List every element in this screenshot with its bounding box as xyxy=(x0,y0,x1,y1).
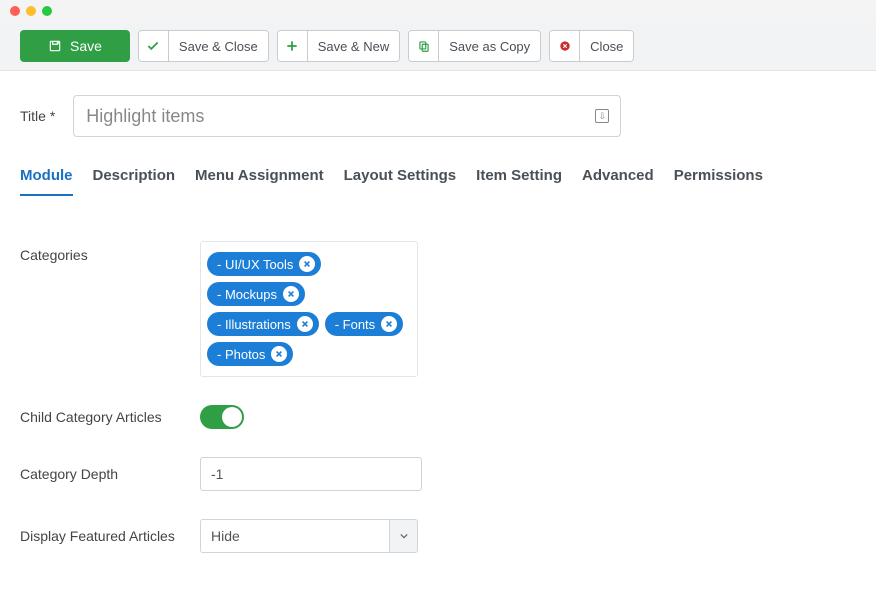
category-tag: - Mockups xyxy=(207,282,305,306)
category-tag: - UI/UX Tools xyxy=(207,252,321,276)
tab-bar: Module Description Menu Assignment Layout S… xyxy=(20,167,856,197)
plus-icon[interactable] xyxy=(278,31,308,61)
remove-tag-icon[interactable] xyxy=(299,256,315,272)
close-button[interactable]: Close xyxy=(580,31,633,61)
save-copy-button[interactable]: Save as Copy xyxy=(439,31,540,61)
save-button[interactable]: Save xyxy=(20,30,130,62)
category-tag-label: - Mockups xyxy=(217,287,277,302)
category-tag-label: - Fonts xyxy=(335,317,375,332)
chevron-down-icon[interactable] xyxy=(389,520,417,552)
remove-tag-icon[interactable] xyxy=(271,346,287,362)
remove-tag-icon[interactable] xyxy=(381,316,397,332)
category-depth-input[interactable] xyxy=(200,457,422,491)
child-articles-label: Child Category Articles xyxy=(20,409,200,425)
child-articles-row: Child Category Articles xyxy=(20,405,856,429)
save-new-button[interactable]: Save & New xyxy=(308,31,400,61)
save-button-label: Save xyxy=(70,38,102,54)
contact-card-icon: ⇩ xyxy=(595,109,609,123)
window-minimize-dot[interactable] xyxy=(26,6,36,16)
category-tag: - Photos xyxy=(207,342,293,366)
child-articles-toggle[interactable] xyxy=(200,405,244,429)
save-new-group: Save & New xyxy=(277,30,401,62)
category-tag: - Illustrations xyxy=(207,312,319,336)
tab-advanced[interactable]: Advanced xyxy=(582,167,654,196)
categories-label: Categories xyxy=(20,241,200,263)
tab-module[interactable]: Module xyxy=(20,167,73,196)
category-tag-label: - Photos xyxy=(217,347,265,362)
save-icon xyxy=(48,39,62,53)
category-depth-label: Category Depth xyxy=(20,466,200,482)
window-titlebar xyxy=(0,0,876,22)
title-input[interactable] xyxy=(73,95,621,137)
category-tag-label: - Illustrations xyxy=(217,317,291,332)
close-icon[interactable] xyxy=(550,31,580,61)
save-close-group: Save & Close xyxy=(138,30,269,62)
save-close-button[interactable]: Save & Close xyxy=(169,31,268,61)
category-tag-label: - UI/UX Tools xyxy=(217,257,293,272)
tab-description[interactable]: Description xyxy=(93,167,176,196)
display-featured-select[interactable]: Hide xyxy=(200,519,418,553)
tab-layout-settings[interactable]: Layout Settings xyxy=(344,167,457,196)
title-label: Title * xyxy=(20,108,55,124)
tab-permissions[interactable]: Permissions xyxy=(674,167,763,196)
display-featured-label: Display Featured Articles xyxy=(20,528,200,544)
remove-tag-icon[interactable] xyxy=(297,316,313,332)
close-group: Close xyxy=(549,30,634,62)
display-featured-value: Hide xyxy=(201,520,389,552)
categories-row: Categories - UI/UX Tools - Mockups - Illus… xyxy=(20,241,856,377)
copy-icon[interactable] xyxy=(409,31,439,61)
action-toolbar: Save Save & Close Save & New Save as Cop… xyxy=(0,22,876,71)
title-row: Title * ⇩ xyxy=(20,95,856,137)
save-copy-group: Save as Copy xyxy=(408,30,541,62)
tab-menu-assignment[interactable]: Menu Assignment xyxy=(195,167,324,196)
category-depth-row: Category Depth xyxy=(20,457,856,491)
categories-tag-box[interactable]: - UI/UX Tools - Mockups - Illustrations - F… xyxy=(200,241,418,377)
category-tag: - Fonts xyxy=(325,312,403,336)
check-icon[interactable] xyxy=(139,31,169,61)
tab-item-setting[interactable]: Item Setting xyxy=(476,167,562,196)
window-close-dot[interactable] xyxy=(10,6,20,16)
window-zoom-dot[interactable] xyxy=(42,6,52,16)
display-featured-row: Display Featured Articles Hide xyxy=(20,519,856,553)
remove-tag-icon[interactable] xyxy=(283,286,299,302)
